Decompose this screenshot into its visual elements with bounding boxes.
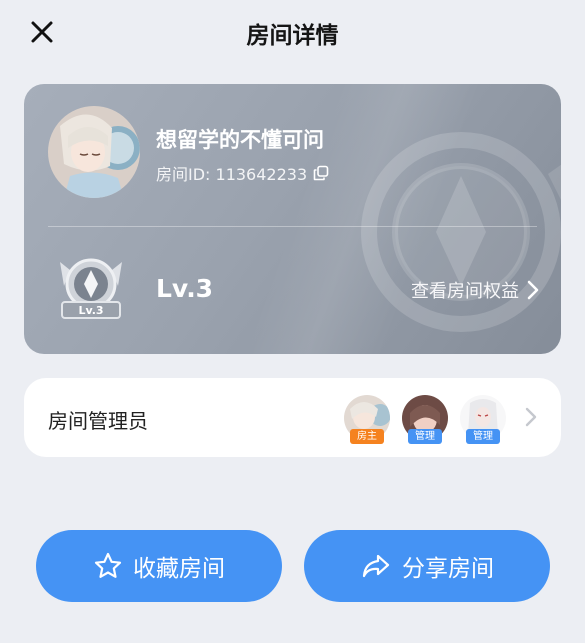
star-icon — [94, 552, 122, 578]
admin-tag: 管理 — [466, 429, 500, 444]
room-avatar — [48, 106, 140, 198]
share-room-button[interactable]: 分享房间 — [304, 530, 550, 602]
admin-avatar-list: 房主 管理 管理 — [344, 395, 514, 444]
copy-icon[interactable] — [313, 165, 329, 181]
chevron-right-icon — [527, 280, 539, 300]
room-admins-label: 房间管理员 — [48, 409, 148, 433]
card-divider — [48, 226, 537, 227]
room-id-text: 房间ID: 113642233 — [156, 165, 308, 184]
view-benefits-link[interactable]: 查看房间权益 — [411, 277, 539, 303]
level-badge: Lv.3 — [52, 256, 130, 324]
level-badge-text: Lv.3 — [78, 304, 103, 317]
page-title: 房间详情 — [246, 23, 339, 49]
room-id: 房间ID: 113642233 — [156, 161, 329, 185]
favorite-room-button[interactable]: 收藏房间 — [36, 530, 282, 602]
room-level: Lv.3 — [156, 274, 214, 303]
share-room-label: 分享房间 — [402, 556, 494, 582]
header-bar: 房间详情 — [0, 0, 585, 64]
admin-tag: 房主 — [350, 429, 384, 444]
room-info-card: 想留学的不懂可问 房间ID: 113642233 Lv.3 Lv.3 查看房间权… — [24, 84, 561, 354]
admin-tag: 管理 — [408, 429, 442, 444]
level-badge-icon: Lv.3 — [60, 258, 122, 319]
room-name: 想留学的不懂可问 — [156, 128, 324, 152]
view-benefits-label: 查看房间权益 — [411, 281, 519, 302]
chevron-right-icon — [525, 407, 537, 427]
share-arrow-icon — [362, 554, 390, 578]
favorite-room-label: 收藏房间 — [133, 556, 225, 582]
room-admins-row[interactable]: 房间管理员 房主 管理 管理 — [24, 378, 561, 457]
